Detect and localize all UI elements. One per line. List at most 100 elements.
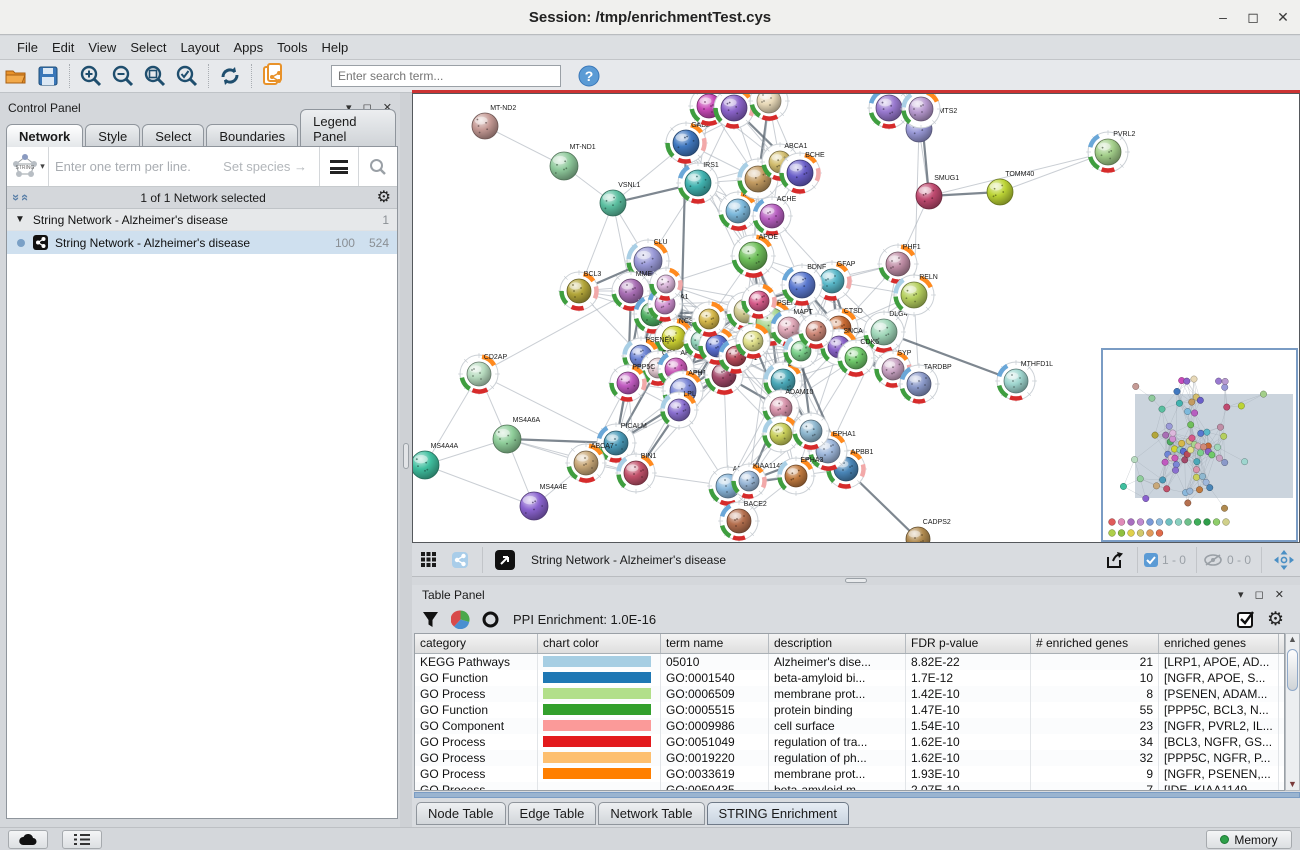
table-splitter-handle[interactable]: [845, 578, 867, 583]
float-panel-icon[interactable]: ◻: [1255, 589, 1264, 601]
set-species-label[interactable]: Set species →: [223, 159, 313, 174]
maximize-button[interactable]: ◻: [1238, 0, 1268, 35]
string-protein-query-dropdown[interactable]: STRING ▾: [7, 147, 49, 186]
tab-edge-table[interactable]: Edge Table: [508, 802, 597, 825]
network-node-irs1[interactable]: IRS1: [676, 161, 720, 205]
filter-funnel-icon[interactable]: [422, 611, 439, 628]
menu-view[interactable]: View: [81, 38, 123, 57]
grid-view-icon[interactable]: [412, 546, 444, 574]
table-row[interactable]: GO ProcessGO:0051049regulation of tra...…: [415, 734, 1284, 750]
column-header[interactable]: chart color: [538, 634, 661, 653]
network-node[interactable]: [648, 266, 684, 302]
network-node[interactable]: [740, 282, 778, 320]
annotation-mode-icon[interactable]: [489, 546, 521, 574]
network-node-reln[interactable]: RELN: [892, 273, 938, 317]
network-node-kiaa1149[interactable]: KIAA1149: [730, 462, 784, 500]
network-node-mt-nd1[interactable]: MT-ND1: [550, 144, 596, 180]
network-node[interactable]: [748, 94, 790, 122]
network-node-cadps2[interactable]: CADPS2: [906, 519, 951, 542]
menu-help[interactable]: Help: [315, 38, 356, 57]
table-row[interactable]: GO ProcessGO:0033619membrane prot...1.93…: [415, 766, 1284, 782]
menu-tools[interactable]: Tools: [270, 38, 314, 57]
collapse-all-icon[interactable]: «: [18, 194, 33, 201]
export-network-icon[interactable]: [257, 62, 289, 90]
close-button[interactable]: ✕: [1268, 0, 1298, 35]
network-node-pvrl2[interactable]: PVRL2: [1086, 130, 1135, 174]
scroll-up-icon[interactable]: ▲: [1286, 634, 1299, 644]
minimize-button[interactable]: –: [1208, 0, 1238, 35]
tab-string-enrichment[interactable]: STRING Enrichment: [707, 802, 849, 825]
network-node[interactable]: [900, 94, 942, 130]
task-history-button[interactable]: [62, 830, 102, 849]
menu-file[interactable]: File: [10, 38, 45, 57]
network-node-tomm40[interactable]: TOMM40: [987, 171, 1034, 205]
network-node-mthfd1l[interactable]: MTHFD1L: [995, 360, 1053, 402]
menu-apps[interactable]: Apps: [227, 38, 271, 57]
network-node-bcl3[interactable]: BCL3: [558, 270, 601, 312]
collapse-triangle-icon[interactable]: ▼: [15, 214, 25, 225]
tab-legend-panel[interactable]: Legend Panel: [300, 109, 396, 147]
column-header[interactable]: # enriched genes: [1031, 634, 1159, 653]
zoom-in-icon[interactable]: [75, 62, 107, 90]
column-header[interactable]: category: [415, 634, 538, 653]
network-node[interactable]: [690, 300, 728, 338]
table-row[interactable]: KEGG Pathways05010Alzheimer's dise...8.8…: [415, 654, 1284, 670]
network-node[interactable]: [791, 411, 831, 451]
network-node[interactable]: [797, 312, 835, 350]
select-columns-icon[interactable]: [1237, 610, 1255, 628]
network-node-bace2[interactable]: BACE2: [718, 500, 767, 542]
table-row[interactable]: GO ProcessGO:0006509membrane prot...1.42…: [415, 686, 1284, 702]
network-node-ppp5c[interactable]: PPP5C: [608, 363, 655, 403]
table-horizontal-scrollbar[interactable]: [414, 792, 1300, 798]
save-icon[interactable]: [32, 62, 64, 90]
table-settings-gear-icon[interactable]: ⚙: [1267, 610, 1284, 629]
open-folder-icon[interactable]: [0, 62, 32, 90]
menu-edit[interactable]: Edit: [45, 38, 81, 57]
ring-chart-icon[interactable]: [482, 611, 499, 628]
scrollbar-thumb[interactable]: [1287, 649, 1298, 691]
tab-style[interactable]: Style: [85, 124, 140, 147]
enrichment-pie-icon[interactable]: [451, 610, 470, 629]
close-panel-icon[interactable]: ✕: [1275, 589, 1284, 601]
tab-node-table[interactable]: Node Table: [416, 802, 506, 825]
string-options-menu-icon[interactable]: [330, 160, 348, 174]
memory-button[interactable]: Memory: [1206, 830, 1292, 849]
cloud-tasks-button[interactable]: [8, 830, 48, 849]
network-node-cd2ap[interactable]: CD2AP: [458, 353, 507, 395]
share-network-icon[interactable]: [444, 546, 476, 574]
network-node-apoe[interactable]: APOE: [730, 233, 778, 279]
network-node-ms4a4a[interactable]: MS4A4A: [413, 443, 459, 479]
table-row[interactable]: GO ComponentGO:0009986cell surface1.54E-…: [415, 718, 1284, 734]
string-search-icon[interactable]: [369, 158, 387, 176]
network-node-bdnf[interactable]: BDNF: [780, 263, 826, 307]
network-node[interactable]: [734, 322, 772, 360]
menu-select[interactable]: Select: [123, 38, 173, 57]
network-node-mt-nd2[interactable]: MT-ND2: [472, 105, 516, 139]
network-collection-row[interactable]: ▼ String Network - Alzheimer's disease 1: [7, 209, 397, 231]
tab-network-table[interactable]: Network Table: [598, 802, 704, 825]
refresh-icon[interactable]: [214, 62, 246, 90]
network-node-smug1[interactable]: SMUG1: [916, 175, 959, 209]
help-icon[interactable]: ?: [573, 62, 605, 90]
panel-menu-icon[interactable]: ▾: [1238, 589, 1244, 601]
search-input[interactable]: [331, 65, 561, 87]
splitter-handle[interactable]: [403, 443, 409, 469]
table-row[interactable]: GO FunctionGO:0005515protein binding1.47…: [415, 702, 1284, 718]
tab-boundaries[interactable]: Boundaries: [206, 124, 298, 147]
network-node-abca7[interactable]: ABCA7: [565, 442, 614, 484]
network-node-bin1[interactable]: BIN1: [615, 452, 657, 494]
zoom-fit-icon[interactable]: [139, 62, 171, 90]
network-node-epha3[interactable]: EPHA3: [776, 456, 823, 496]
column-header[interactable]: FDR p-value: [906, 634, 1031, 653]
zoom-selected-icon[interactable]: [171, 62, 203, 90]
export-view-icon[interactable]: [1099, 546, 1131, 574]
scroll-down-icon[interactable]: ▼: [1286, 779, 1299, 789]
column-header[interactable]: description: [769, 634, 906, 653]
pan-navigation-icon[interactable]: [1268, 546, 1300, 574]
column-header[interactable]: term name: [661, 634, 769, 653]
string-query-input[interactable]: Enter one term per line. Set species →: [49, 159, 319, 174]
table-row[interactable]: GO ProcessGO:0019220regulation of ph...1…: [415, 750, 1284, 766]
table-row[interactable]: GO FunctionGO:0001540beta-amyloid bi...1…: [415, 670, 1284, 686]
network-options-gear-icon[interactable]: ⚙: [377, 190, 391, 206]
network-node-lpl[interactable]: LPL: [659, 390, 699, 430]
